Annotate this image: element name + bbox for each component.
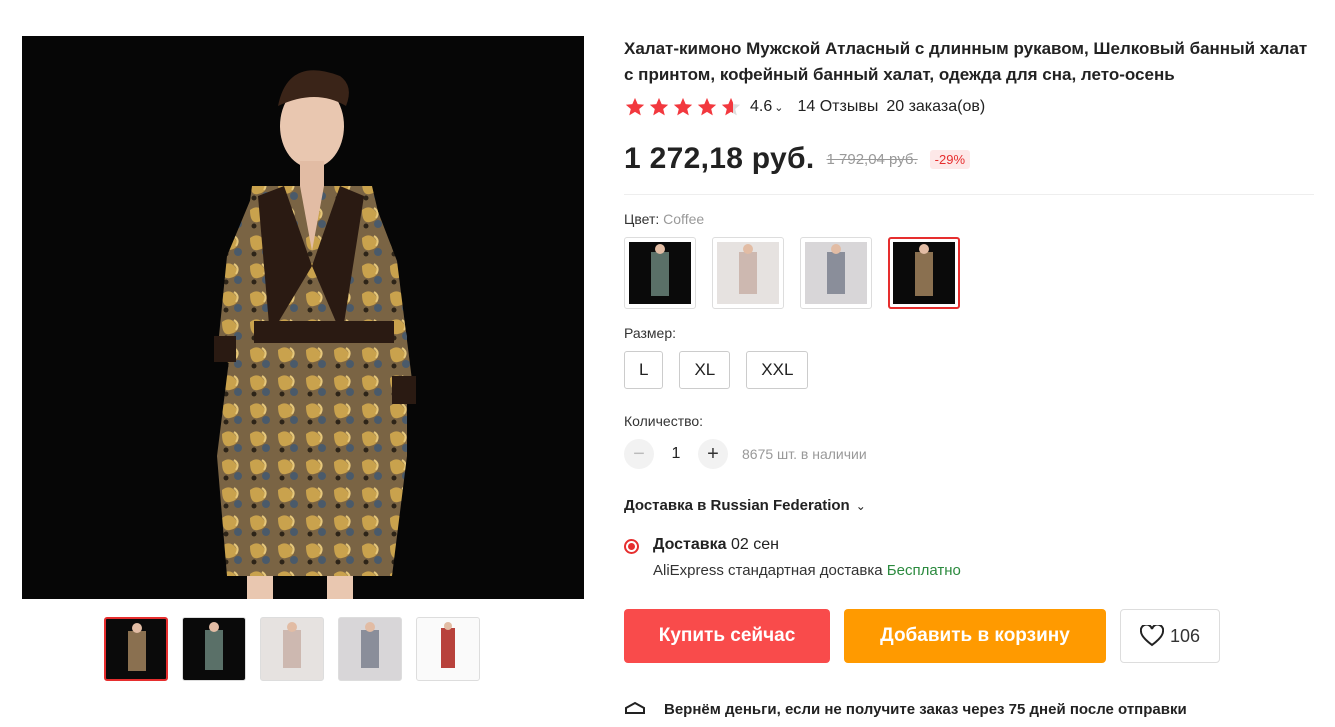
heart-icon [1139,625,1164,647]
thumbnail-3[interactable] [260,617,324,681]
quantity-label: Количество: [624,413,704,429]
size-option-xl[interactable]: XL [679,351,731,389]
old-price: 1 792,04 руб. [826,150,918,168]
buy-now-button[interactable]: Купить сейчас [624,609,830,663]
quantity-stepper: − 1 + 8675 шт. в наличии [624,439,1314,469]
size-option-xxl[interactable]: XXL [746,351,809,389]
color-swatches [624,237,1314,309]
star-icon [649,97,669,116]
product-info-panel: Халат-кимоно Мужской Атласный с длинным … [624,36,1314,663]
star-icon [673,97,693,116]
thumbnail-strip [104,617,480,681]
shield-icon [624,701,646,727]
ship-to-text: Доставка в Russian Federation [624,497,850,514]
size-options: L XL XXL [624,351,1314,389]
decrease-button[interactable]: − [624,439,654,469]
size-label: Размер: [624,325,677,341]
color-swatch-3[interactable] [800,237,872,309]
thumbnail-4[interactable] [338,617,402,681]
increase-button[interactable]: + [698,439,728,469]
delivery-carrier-row: AliExpress стандартная доставка Бесплатн… [653,562,961,579]
rating-value[interactable]: 4.6 [750,98,772,116]
reviews-link[interactable]: 14 Отзывы [797,98,878,116]
thumbnail-2[interactable] [182,617,246,681]
star-rating [624,96,742,118]
star-icon [625,97,645,116]
star-icon [697,97,717,116]
wishlist-button[interactable]: 106 [1120,609,1220,663]
color-label-text: Цвет: [624,211,660,227]
ship-to-selector[interactable]: Доставка в Russian Federation ⌄ [624,497,1314,514]
orders-count: 20 заказа(ов) [886,98,986,115]
thumbnail-5[interactable] [416,617,480,681]
delivery-title: Доставка 02 сен [653,536,961,554]
delivery-price: Бесплатно [886,562,961,579]
discount-badge: -29% [929,149,971,169]
guarantee-banner: Вернём деньги, если не получите заказ че… [624,701,1187,727]
price-row: 1 272,18 руб. 1 792,04 руб. -29% [624,142,1314,176]
color-swatch-2[interactable] [712,237,784,309]
radio-selected-icon[interactable] [624,539,639,554]
delivery-date: 02 сен [730,536,779,553]
wishlist-count: 106 [1169,625,1201,646]
delivery-carrier: AliExpress стандартная доставка [653,562,883,579]
color-swatch-4[interactable] [888,237,960,309]
color-swatch-1[interactable] [624,237,696,309]
delivery-option[interactable]: Доставка 02 сен AliExpress стандартная д… [624,536,1314,579]
product-title: Халат-кимоно Мужской Атласный с длинным … [624,39,1308,84]
guarantee-text: Вернём деньги, если не получите заказ че… [664,701,1187,718]
main-product-image [22,36,584,599]
color-selected: Coffee [663,211,705,227]
stock-count: 8675 шт. в наличии [742,446,867,462]
size-option-l[interactable]: L [624,351,664,389]
half-star-icon [721,97,741,116]
thumbnail-1[interactable] [104,617,168,681]
delivery-method: Доставка [653,536,727,553]
quantity-value[interactable]: 1 [666,445,686,463]
divider [624,194,1314,195]
chevron-down-icon: ⌄ [855,498,866,513]
purchase-actions: Купить сейчас Добавить в корзину 106 [624,609,1314,663]
rating-row: 4.6 ⌄ 14 Отзывы 20 заказа(ов) [624,96,1314,118]
current-price: 1 272,18 руб. [624,142,815,175]
color-label: Цвет: Coffee [624,211,1314,227]
add-to-cart-button[interactable]: Добавить в корзину [844,609,1106,663]
chevron-down-icon[interactable]: ⌄ [774,101,783,114]
